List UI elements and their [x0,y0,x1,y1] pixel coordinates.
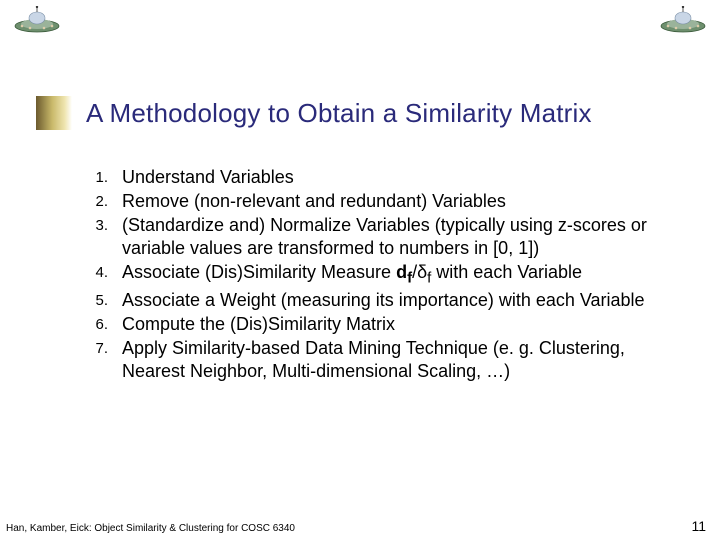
accent-block [36,96,72,130]
ufo-icon [658,6,708,36]
list-item-text-prefix: Associate (Dis)Similarity Measure [122,262,396,282]
list-item: (Standardize and) Normalize Variables (t… [122,214,684,260]
list-item-text: Understand Variables [122,167,294,187]
slide-title-row: A Methodology to Obtain a Similarity Mat… [36,96,700,130]
list-item: Associate a Weight (measuring its import… [122,289,684,312]
list-item-text: Associate a Weight (measuring its import… [122,290,645,310]
list-item-text: Apply Similarity-based Data Mining Techn… [122,338,625,381]
slide-footer: Han, Kamber, Eick: Object Similarity & C… [6,518,714,534]
list-item: Compute the (Dis)Similarity Matrix [122,313,684,336]
ufo-icon [12,6,62,36]
symbol-d: d [396,262,407,282]
list-item-text: (Standardize and) Normalize Variables (t… [122,215,647,258]
list-item: Remove (non-relevant and redundant) Vari… [122,190,684,213]
list-item-text: Remove (non-relevant and redundant) Vari… [122,191,506,211]
list-item: Understand Variables [122,166,684,189]
slide-title: A Methodology to Obtain a Similarity Mat… [86,98,592,129]
list-item-text-suffix: with each Variable [431,262,582,282]
list-item-text: Compute the (Dis)Similarity Matrix [122,314,395,334]
page-number: 11 [691,518,714,534]
list-item: Associate (Dis)Similarity Measure df/δf … [122,261,684,288]
symbol-delta: δ [417,262,427,282]
footer-source: Han, Kamber, Eick: Object Similarity & C… [6,523,295,534]
numbered-list: Understand Variables Remove (non-relevan… [56,166,684,384]
list-item: Apply Similarity-based Data Mining Techn… [122,337,684,383]
